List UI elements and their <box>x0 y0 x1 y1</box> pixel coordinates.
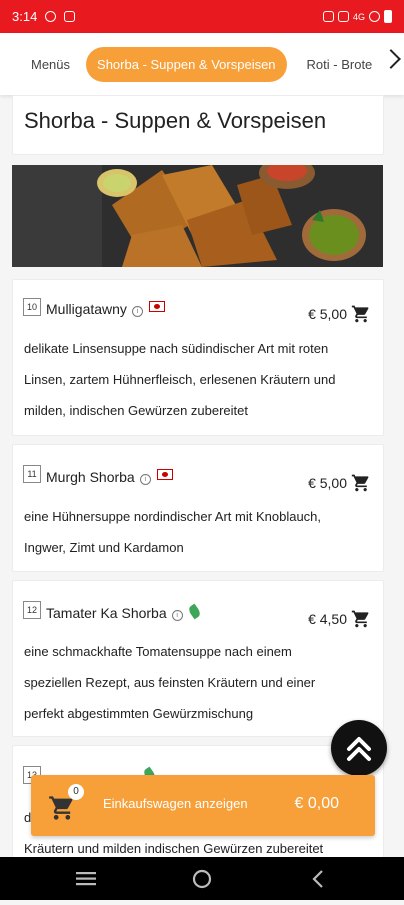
info-icon[interactable]: i <box>171 610 183 621</box>
info-icon[interactable]: i <box>131 306 143 317</box>
system-nav-bar <box>0 857 404 900</box>
recent-apps-icon[interactable] <box>76 872 96 886</box>
description-line: eine Hühnersuppe nordindischer Art mit K… <box>24 509 322 524</box>
add-to-cart-icon[interactable] <box>351 473 371 493</box>
status-bar: 3:14 4G <box>0 0 404 33</box>
battery-icon <box>384 10 392 23</box>
wifi-icon <box>369 11 380 22</box>
section-header: Shorba - Suppen & Vorspeisen <box>12 95 384 155</box>
description-line: perfekt abgestimmten Gewürzmischung <box>24 706 254 721</box>
description-line: speziellen Rezept, aus feinsten Kräutern… <box>24 675 316 690</box>
item-title-row: Tamater Ka Shorba i <box>46 603 202 621</box>
description-line: Linsen, zartem Hühnerfleisch, erlesenen … <box>24 372 336 387</box>
item-price: € 5,00 <box>308 475 347 491</box>
section-title: Shorba - Suppen & Vorspeisen <box>24 108 327 133</box>
tab-menus[interactable]: Menüs <box>21 47 80 82</box>
sync-icon <box>64 11 76 22</box>
item-name: Murgh Shorba <box>46 469 135 485</box>
description-line: eine schmackhafte Tomatensuppe nach eine… <box>24 644 292 659</box>
signal-icon <box>337 11 349 22</box>
category-banner-image <box>12 165 383 267</box>
view-cart-button[interactable]: 0 Einkaufswagen anzeigen € 0,00 <box>31 775 375 836</box>
add-to-cart-icon[interactable] <box>351 609 371 629</box>
item-price: € 4,50 <box>308 611 347 627</box>
tab-shorba[interactable]: Shorba - Suppen & Vorspeisen <box>86 46 287 82</box>
notification-icon <box>45 11 57 22</box>
scroll-to-top-button[interactable] <box>331 720 387 776</box>
item-description: eine schmackhafte Tomatensuppe nach eine… <box>24 636 376 729</box>
back-icon[interactable] <box>312 870 323 888</box>
nav-icons <box>76 869 323 889</box>
menu-item-card[interactable]: 11 Murgh Shorba i € 5,00 eine Hühnersuppe… <box>12 444 384 572</box>
item-number: 11 <box>23 465 41 483</box>
cart-total: € 0,00 <box>294 795 339 812</box>
item-number: 10 <box>23 298 41 316</box>
item-number: 12 <box>23 601 41 619</box>
description-line: Kräutern und milden indischen Gewürzen z… <box>24 841 324 856</box>
network-indicator: 4G <box>352 11 365 22</box>
info-icon[interactable]: i <box>139 474 151 485</box>
chicken-flag-icon <box>148 301 165 312</box>
double-chevron-up-icon <box>347 737 371 761</box>
description-line: delikate Linsensuppe nach südindischer A… <box>24 341 329 356</box>
item-description: delikate Linsensuppe nach südindischer A… <box>24 333 376 426</box>
home-icon[interactable] <box>192 869 212 889</box>
chicken-flag-icon <box>156 469 173 480</box>
cart-count-badge: 0 <box>68 784 84 800</box>
item-price: € 5,00 <box>308 306 347 322</box>
description-line: milden, indischen Gewürzen zubereitet <box>24 403 249 418</box>
item-title-row: Mulligatawny i <box>46 301 165 317</box>
tab-roti[interactable]: Roti - Brote <box>297 47 383 82</box>
item-title-row: Murgh Shorba i <box>46 469 173 485</box>
item-name: Mulligatawny <box>46 301 127 317</box>
cart-label: Einkaufswagen anzeigen <box>103 796 248 811</box>
samosa-food-image <box>12 165 383 267</box>
menu-item-card[interactable]: 10 Mulligatawny i € 5,00 delikate Linsens… <box>12 279 384 436</box>
item-name: Tamater Ka Shorba <box>46 605 167 621</box>
status-time: 3:14 <box>12 9 38 24</box>
menu-item-card[interactable]: 12 Tamater Ka Shorba i € 4,50 eine schmac… <box>12 580 384 737</box>
add-to-cart-icon[interactable] <box>351 304 371 324</box>
vegetarian-leaf-icon <box>186 603 202 620</box>
item-description: eine Hühnersuppe nordindischer Art mit K… <box>24 501 376 563</box>
description-line: Ingwer, Zimt und Kardamon <box>24 540 184 555</box>
category-tabs: Menüs Shorba - Suppen & Vorspeisen Roti … <box>0 33 404 95</box>
hd-icon <box>322 11 334 22</box>
